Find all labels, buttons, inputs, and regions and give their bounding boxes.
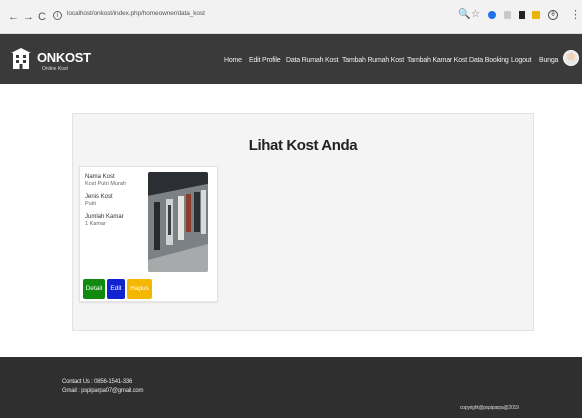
bookmark-star-icon[interactable]: ☆ <box>471 10 481 20</box>
edit-button[interactable]: Edit <box>107 279 125 299</box>
brand-name[interactable]: ONKOST <box>37 50 91 65</box>
nav-edit-profile[interactable]: Edit Profile <box>249 57 281 64</box>
extension-blue-icon[interactable] <box>488 11 496 19</box>
nav-data-rumah-kost[interactable]: Data Rumah Kost <box>286 57 338 64</box>
nav-home[interactable]: Home <box>224 57 242 64</box>
delete-button[interactable]: Hapus <box>127 279 152 299</box>
footer-copyright: copyright@pspiparpa@2019 <box>460 405 519 411</box>
extension-black-icon[interactable] <box>519 11 525 19</box>
extension-gray-icon[interactable] <box>504 11 511 19</box>
building-logo-icon[interactable] <box>11 48 31 70</box>
nav-tambah-rumah-kost[interactable]: Tambah Rumah Kost <box>342 57 404 64</box>
site-info-icon[interactable]: i <box>53 11 62 20</box>
page-title: Lihat Kost Anda <box>248 137 358 154</box>
zoom-icon[interactable]: 🔍 <box>458 10 470 20</box>
address-bar[interactable]: localhost/onkost/index.php/homeowner/dat… <box>67 10 205 17</box>
brand-tagline: Online Kost <box>42 66 68 72</box>
kost-rooms-label: Jumlah Kamar <box>85 214 124 220</box>
kost-rooms-value: 1 Kamar <box>85 221 106 227</box>
footer-email: Gmail : pspiparpa07@gmail.com <box>62 388 144 394</box>
back-icon[interactable]: ← <box>8 11 19 23</box>
kost-name-value: Kost Putri Murah <box>85 181 126 187</box>
browser-menu-icon[interactable]: ⋮ <box>570 9 581 21</box>
kost-photo <box>148 172 208 272</box>
kost-name-label: Nama Kost <box>85 174 115 180</box>
kost-list-panel: Lihat Kost Anda Nama Kost Kost Putri Mur… <box>72 113 534 331</box>
browser-profile-icon[interactable]: θ <box>548 10 558 20</box>
nav-tambah-kamar-kost[interactable]: Tambah Kamar Kost <box>407 57 467 64</box>
kost-card: Nama Kost Kost Putri Murah Jenis Kost Pu… <box>79 166 218 302</box>
browser-toolbar: ← → C i localhost/onkost/index.php/homeo… <box>0 0 582 34</box>
footer-contact: Contact Us : 0856-1541-336 Gmail : pspip… <box>62 378 144 396</box>
kost-type-value: Putri <box>85 201 97 207</box>
nav-data-booking[interactable]: Data Booking <box>469 57 509 64</box>
extension-yellow-icon[interactable] <box>532 11 540 19</box>
footer-phone: Contact Us : 0856-1541-336 <box>62 379 133 385</box>
detail-button[interactable]: Detail <box>83 279 105 299</box>
forward-icon[interactable]: → <box>23 11 34 23</box>
reload-icon[interactable]: C <box>38 11 46 23</box>
user-avatar[interactable] <box>563 50 579 66</box>
kost-details: Nama Kost Kost Putri Murah Jenis Kost Pu… <box>85 173 149 228</box>
nav-user-name[interactable]: Bunga <box>539 57 558 64</box>
kost-type-label: Jenis Kost <box>85 194 113 200</box>
nav-logout[interactable]: Logout <box>511 57 531 64</box>
